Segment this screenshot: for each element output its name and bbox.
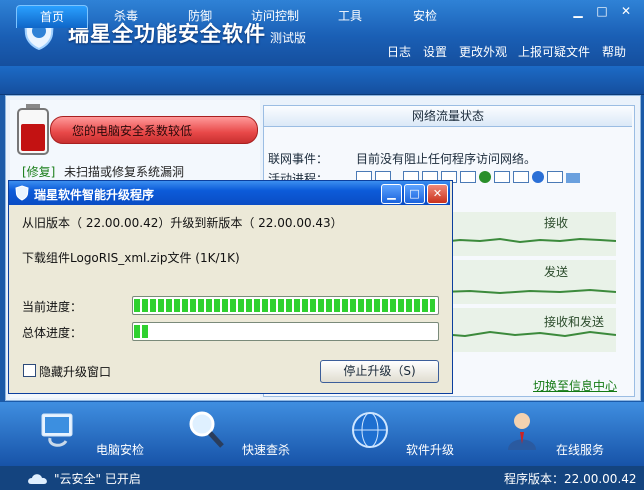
- info-center-link[interactable]: 切换至信息中心: [533, 377, 617, 394]
- current-progress-fill: [134, 299, 435, 312]
- maximize-icon[interactable]: □: [594, 4, 610, 18]
- tab-security-check[interactable]: 安检: [395, 5, 455, 27]
- dialog-logo-icon: [15, 185, 29, 201]
- tab-access-control[interactable]: 访问控制: [240, 5, 310, 27]
- total-progress-fill: [134, 325, 149, 338]
- tab-bar: [0, 66, 644, 95]
- toolbar-quick-scan-label[interactable]: 快速查杀: [242, 441, 290, 458]
- toolbar-software-upgrade-label[interactable]: 软件升级: [406, 441, 454, 458]
- toolbar-online-service-label[interactable]: 在线服务: [556, 441, 604, 458]
- total-progress-bar: [132, 322, 439, 341]
- toolbar-security-check-label[interactable]: 电脑安检: [96, 441, 144, 458]
- receive-graph-line: [440, 237, 616, 244]
- dialog-close-icon[interactable]: ✕: [427, 184, 448, 204]
- security-level-icon: [17, 104, 49, 155]
- receive-label: 接收: [544, 216, 569, 230]
- minimize-icon[interactable]: ▁: [570, 4, 586, 18]
- version-line: 从旧版本（ 22.00.00.42）升级到新版本（ 22.00.00.43）: [22, 216, 343, 230]
- hide-window-checkbox[interactable]: [23, 364, 36, 377]
- download-line: 下载组件LogoRIS_xml.zip文件 (1K/1K): [22, 251, 240, 265]
- magnifier-icon[interactable]: [184, 408, 228, 452]
- dialog-maximize-icon[interactable]: □: [404, 184, 425, 204]
- cloud-security-status: "云安全" 已开启: [54, 472, 141, 486]
- program-version: 程序版本：22.00.00.42: [504, 472, 637, 486]
- stethoscope-monitor-icon[interactable]: [36, 408, 80, 452]
- send-label: 发送: [544, 265, 569, 279]
- support-agent-icon[interactable]: [500, 408, 544, 452]
- network-events-label: 联网事件：: [268, 152, 329, 166]
- close-icon[interactable]: ✕: [618, 4, 634, 18]
- total-progress-label: 总体进度：: [22, 326, 83, 340]
- tab-tools[interactable]: 工具: [320, 5, 380, 27]
- menu-help[interactable]: 帮助: [602, 43, 626, 59]
- dialog-title: 瑞星软件智能升级程序: [34, 188, 155, 202]
- menu-report-file[interactable]: 上报可疑文件: [518, 43, 590, 59]
- cloud-icon: [28, 474, 47, 484]
- current-progress-label: 当前进度：: [22, 300, 83, 314]
- send-graph-line: [440, 288, 616, 295]
- menu-change-skin[interactable]: 更改外观: [459, 43, 507, 59]
- network-panel-header: 网络流量状态: [264, 106, 632, 127]
- menu-settings[interactable]: 设置: [423, 43, 447, 59]
- tab-defense[interactable]: 防御: [170, 5, 230, 27]
- security-warning-text: 您的电脑安全系数较低: [72, 124, 193, 138]
- stop-upgrade-button[interactable]: 停止升级（S): [320, 360, 439, 383]
- hide-window-label: 隐藏升级窗口: [39, 365, 112, 379]
- tab-home[interactable]: 首页: [16, 5, 88, 28]
- fix-link[interactable]: [修复]: [22, 163, 55, 180]
- dialog-minimize-icon[interactable]: ▁: [381, 184, 402, 204]
- tab-antivirus[interactable]: 杀毒: [96, 5, 156, 27]
- fix-description: 未扫描或修复系统漏洞: [64, 165, 185, 179]
- menu-log[interactable]: 日志: [387, 43, 411, 59]
- network-events-value: 目前没有阻止任何程序访问网络。: [356, 152, 537, 166]
- globe-icon[interactable]: [348, 408, 392, 452]
- app-subtitle: 测试版: [270, 31, 307, 45]
- total-label: 接收和发送: [544, 315, 605, 329]
